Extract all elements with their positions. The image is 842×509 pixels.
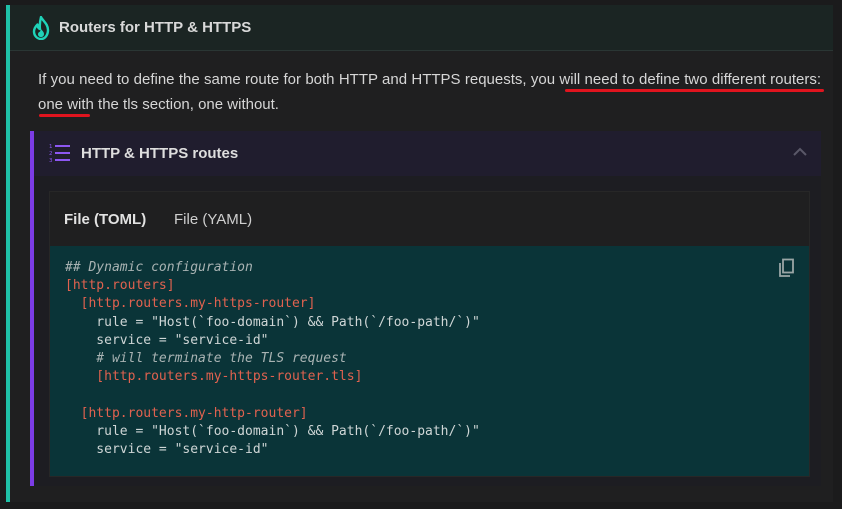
- flame-icon: [32, 16, 50, 40]
- code-line: [http.routers.my-https-router.tls]: [65, 369, 363, 385]
- code-line: service = "service-id": [65, 332, 269, 348]
- red-underline-mark: [565, 89, 824, 92]
- svg-text:1: 1: [49, 144, 53, 150]
- svg-text:3: 3: [49, 158, 53, 163]
- code-line: [http.routers]: [65, 278, 175, 294]
- copy-icon[interactable]: [777, 258, 795, 278]
- admonition-title: Routers for HTTP & HTTPS: [59, 19, 252, 36]
- svg-text:2: 2: [49, 151, 53, 157]
- details-title: HTTP & HTTPS routes: [81, 145, 239, 162]
- paragraph-text-1: If you need to define the same route for…: [38, 71, 531, 88]
- admonition-paragraph: If you need to define the same route for…: [38, 67, 821, 117]
- admonition-header: Routers for HTTP & HTTPS: [10, 5, 833, 51]
- tab-file-toml[interactable]: File (TOML): [64, 211, 146, 228]
- code-line: rule = "Host(`foo-domain`) && Path(`/foo…: [65, 423, 480, 439]
- code-tabs: File (TOML) File (YAML) ## Dynamic confi…: [49, 191, 810, 477]
- code-line: ## Dynamic configuration: [65, 260, 253, 275]
- code-line: [http.routers.my-https-router]: [65, 296, 316, 312]
- tip-admonition: Routers for HTTP & HTTPS If you need to …: [6, 5, 833, 502]
- tab-file-yaml[interactable]: File (YAML): [174, 211, 252, 228]
- http-https-routes-details: 1 2 3 HTTP & HTTPS routes File (TOML) Fi…: [30, 131, 821, 486]
- red-underline-mark: [39, 114, 90, 117]
- code-line: service = "service-id": [65, 442, 269, 458]
- code-block: ## Dynamic configuration [http.routers] …: [50, 246, 809, 476]
- code-line: rule = "Host(`foo-domain`) && Path(`/foo…: [65, 314, 480, 330]
- paragraph-highlighted-text: you will need to define two different ro…: [530, 71, 817, 88]
- code-line: # will terminate the TLS request: [65, 351, 347, 367]
- numbered-list-icon: 1 2 3: [49, 144, 70, 163]
- chevron-up-icon[interactable]: [793, 147, 807, 157]
- code-line: [http.routers.my-http-router]: [65, 405, 308, 421]
- code-content: ## Dynamic configuration [http.routers] …: [65, 259, 480, 459]
- details-summary[interactable]: 1 2 3 HTTP & HTTPS routes: [34, 131, 821, 176]
